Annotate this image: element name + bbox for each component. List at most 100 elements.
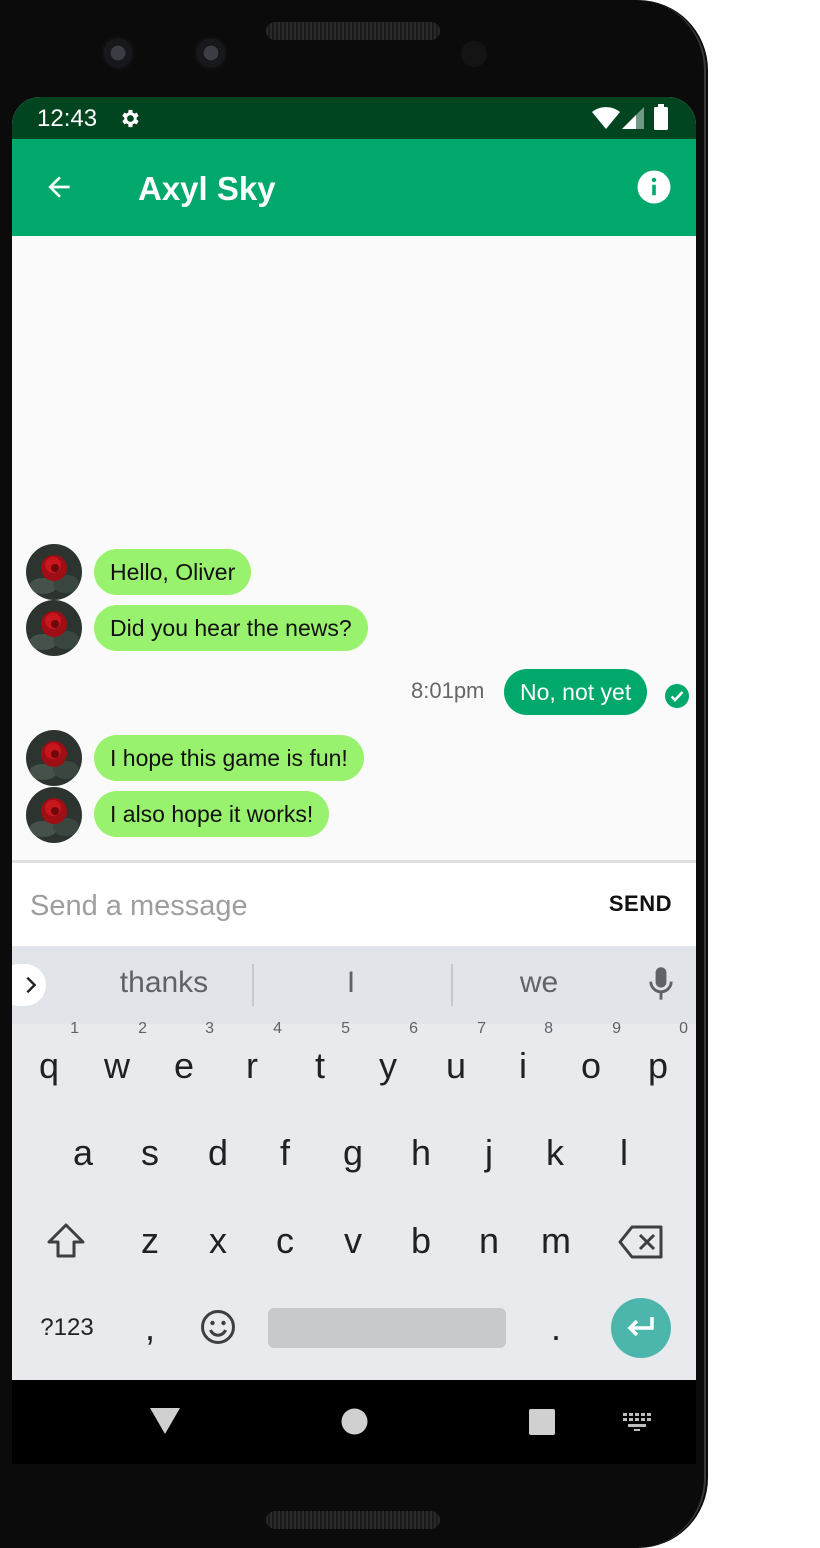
suggestion-2[interactable]: I	[271, 966, 431, 1000]
message-time: 8:01pm	[411, 678, 485, 703]
key-l[interactable]: l	[590, 1118, 658, 1188]
page-title: Axyl Sky	[138, 170, 276, 207]
comma-key[interactable]: ,	[116, 1293, 184, 1363]
key-hint: 6	[409, 1020, 418, 1037]
key-hint: 2	[138, 1020, 147, 1037]
incoming-message-bubble[interactable]: Did you hear the news?	[94, 605, 368, 651]
key-w[interactable]: w2	[83, 1020, 151, 1101]
key-a[interactable]: a	[49, 1118, 117, 1188]
incoming-message-bubble[interactable]: I also hope it works!	[94, 791, 330, 837]
key-hint: 5	[341, 1020, 350, 1037]
message-list[interactable]: Hello, Oliver Did you hear the news? 8:0…	[12, 236, 696, 860]
key-o[interactable]: o9	[557, 1020, 625, 1101]
key-h[interactable]: h	[387, 1118, 455, 1188]
key-label: t	[314, 1045, 325, 1086]
key-z[interactable]: z	[116, 1206, 184, 1276]
key-hint: 1	[70, 1020, 79, 1037]
symbols-key[interactable]: ?123	[32, 1293, 102, 1363]
rose-avatar-image	[26, 787, 82, 843]
info-icon[interactable]	[636, 169, 672, 205]
message-row: Did you hear the news?	[12, 600, 696, 656]
incoming-message-bubble[interactable]: I hope this game is fun!	[94, 735, 364, 781]
emoji-key[interactable]	[184, 1293, 252, 1363]
key-d[interactable]: d	[184, 1118, 252, 1188]
microphone-icon[interactable]	[646, 966, 676, 1002]
outgoing-message-bubble[interactable]: No, not yet	[504, 669, 648, 715]
suggestion-3[interactable]: we	[459, 966, 619, 1000]
key-label: q	[38, 1045, 60, 1086]
status-time: 12:43	[37, 105, 98, 132]
expand-toolbar-button[interactable]	[12, 964, 46, 1006]
back-triangle-icon[interactable]	[150, 1408, 180, 1436]
key-j[interactable]: j	[455, 1118, 523, 1188]
key-b[interactable]: b	[387, 1206, 455, 1276]
message-row: 8:01pm No, not yet	[12, 666, 696, 722]
key-q[interactable]: q1	[15, 1020, 83, 1101]
key-label: o	[580, 1045, 602, 1086]
rose-avatar-image	[26, 600, 82, 656]
suggestion-strip: thanks I we	[12, 946, 696, 1024]
keyboard-switch-icon[interactable]	[623, 1413, 651, 1431]
key-t[interactable]: t5	[286, 1020, 354, 1101]
key-label: w	[104, 1045, 130, 1086]
system-nav-bar	[12, 1380, 696, 1464]
avatar[interactable]	[26, 787, 82, 843]
backspace-key[interactable]	[606, 1206, 674, 1276]
key-s[interactable]: s	[116, 1118, 184, 1188]
key-hint: 8	[544, 1020, 553, 1037]
avatar[interactable]	[26, 730, 82, 786]
recents-square-icon[interactable]	[529, 1409, 555, 1435]
key-n[interactable]: n	[455, 1206, 523, 1276]
key-label: y	[379, 1045, 397, 1086]
key-c[interactable]: c	[251, 1206, 319, 1276]
enter-key[interactable]	[611, 1298, 671, 1358]
key-v[interactable]: v	[319, 1206, 387, 1276]
key-m[interactable]: m	[522, 1206, 590, 1276]
key-label: u	[445, 1045, 467, 1086]
key-hint: 7	[477, 1020, 486, 1037]
message-row: I hope this game is fun!	[12, 730, 696, 786]
incoming-message-bubble[interactable]: Hello, Oliver	[94, 549, 252, 595]
soft-keyboard: thanks I we q1 w2 e3 r4 t5 y6 u7 i8 o9 p	[12, 946, 696, 1380]
avatar[interactable]	[26, 544, 82, 600]
read-check-icon	[665, 684, 689, 708]
proximity-sensor	[461, 41, 487, 67]
app-bar: Axyl Sky	[12, 139, 696, 236]
key-label: e	[173, 1045, 195, 1086]
status-bar: 12:43	[12, 97, 696, 139]
key-label: p	[647, 1045, 669, 1086]
key-e[interactable]: e3	[150, 1020, 218, 1101]
home-circle-icon[interactable]	[341, 1408, 368, 1435]
suggestion-divider	[252, 964, 254, 1006]
chevron-right-icon	[26, 976, 37, 994]
key-k[interactable]: k	[521, 1118, 589, 1188]
send-button[interactable]: SEND	[609, 891, 672, 917]
shift-icon	[47, 1223, 85, 1258]
space-bar[interactable]	[268, 1308, 506, 1348]
key-p[interactable]: p0	[624, 1020, 692, 1101]
avatar[interactable]	[26, 600, 82, 656]
key-r[interactable]: r4	[218, 1020, 286, 1101]
key-hint: 9	[612, 1020, 621, 1037]
battery-icon	[654, 104, 668, 130]
key-u[interactable]: u7	[422, 1020, 490, 1101]
key-i[interactable]: i8	[489, 1020, 557, 1101]
signal-icon	[622, 107, 644, 129]
arrow-back-icon[interactable]	[43, 171, 75, 203]
key-y[interactable]: y6	[354, 1020, 422, 1101]
message-input[interactable]	[28, 883, 572, 929]
rose-avatar-image	[26, 544, 82, 600]
key-hint: 0	[679, 1020, 688, 1037]
suggestion-1[interactable]: thanks	[84, 966, 244, 1000]
key-g[interactable]: g	[319, 1118, 387, 1188]
period-key[interactable]: .	[522, 1293, 590, 1363]
key-f[interactable]: f	[251, 1118, 319, 1188]
front-camera	[101, 36, 135, 70]
key-label: r	[246, 1045, 258, 1086]
settings-icon	[122, 109, 139, 128]
enter-icon	[627, 1317, 654, 1337]
key-label: i	[519, 1045, 527, 1086]
wifi-icon	[592, 107, 620, 129]
key-x[interactable]: x	[184, 1206, 252, 1276]
shift-key[interactable]	[32, 1206, 100, 1276]
